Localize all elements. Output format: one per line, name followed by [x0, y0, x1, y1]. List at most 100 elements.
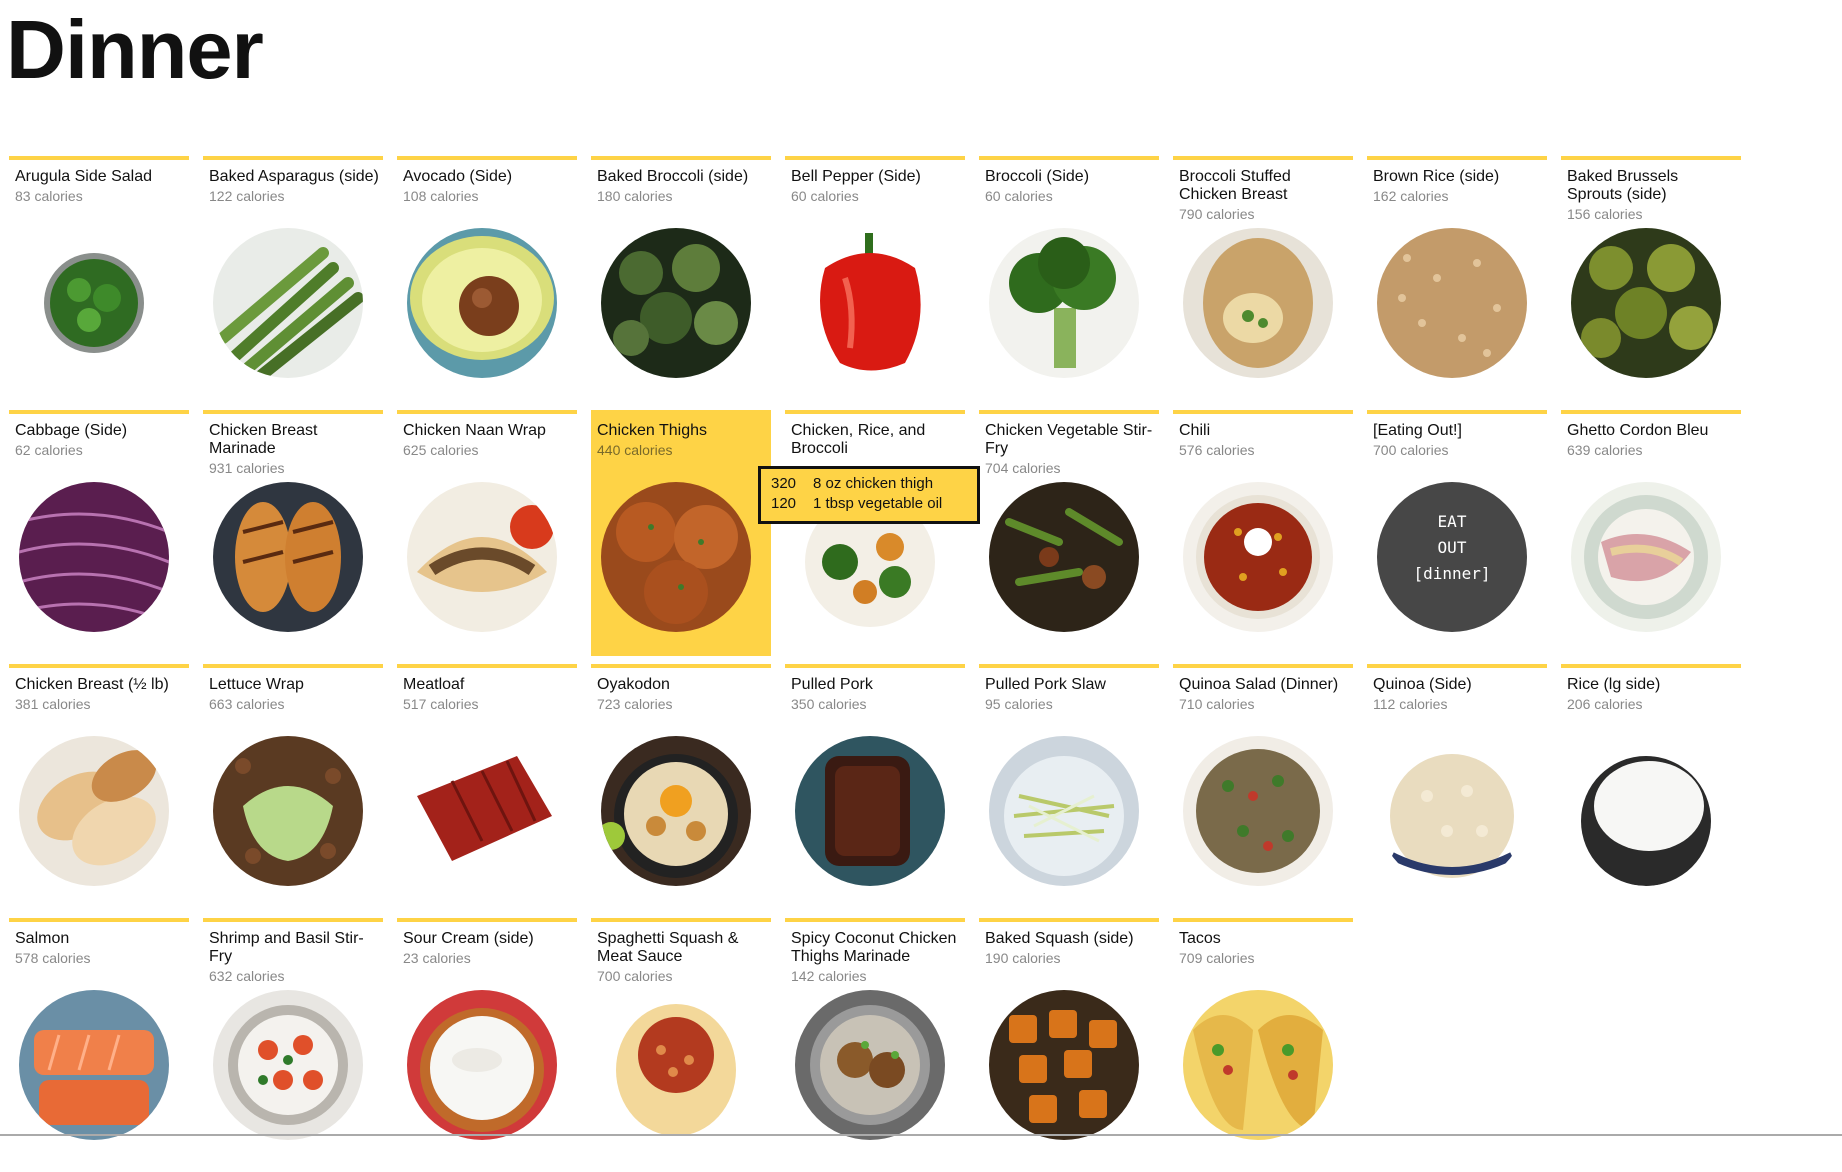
oyakodon-photo — [601, 736, 751, 886]
recipe-card[interactable]: Chicken Naan Wrap 625 calories — [397, 410, 577, 656]
recipe-name: Salmon — [15, 930, 70, 947]
tooltip-ingredient: 8 oz chicken thigh — [813, 475, 934, 492]
recipe-name: Broccoli (Side) — [985, 168, 1090, 185]
coconut-chicken-photo — [795, 990, 945, 1140]
recipe-name: Baked Asparagus (side) — [209, 168, 379, 185]
recipe-calories: 663 calories — [209, 696, 285, 712]
lettuce-wrap-photo — [213, 736, 363, 886]
recipe-card[interactable]: Bell Pepper (Side) 60 calories — [785, 156, 965, 402]
quinoa-salad-photo — [1183, 736, 1333, 886]
recipe-name: [Eating Out!] — [1373, 422, 1462, 439]
quinoa-photo — [1377, 736, 1527, 886]
recipe-card[interactable]: Meatloaf 517 calories — [397, 664, 577, 910]
recipe-calories: 440 calories — [597, 442, 673, 458]
recipe-name: Bell Pepper (Side) — [791, 168, 921, 185]
recipe-name: Chicken Thighs — [597, 422, 707, 439]
recipe-calories: 625 calories — [403, 442, 479, 458]
recipe-card[interactable]: Spicy Coconut Chicken Thighs Marinade 142… — [785, 918, 965, 1164]
recipe-card[interactable]: Shrimp and Basil Stir-Fry 632 calories — [203, 918, 383, 1164]
recipe-name: Spaghetti Squash & Meat Sauce — [597, 930, 739, 965]
recipe-card[interactable]: Chicken Thighs 440 calories — [591, 410, 771, 656]
recipe-card[interactable]: Pulled Pork Slaw 95 calories — [979, 664, 1159, 910]
recipe-card[interactable]: Baked Broccoli (side) 180 calories — [591, 156, 771, 402]
recipe-name: Ghetto Cordon Bleu — [1567, 422, 1709, 439]
recipe-card[interactable]: Quinoa Salad (Dinner) 710 calories — [1173, 664, 1353, 910]
chili-photo — [1183, 482, 1333, 632]
recipe-calories: 578 calories — [15, 950, 91, 966]
recipe-card[interactable]: Lettuce Wrap 663 calories — [203, 664, 383, 910]
spaghetti-squash-photo — [601, 990, 751, 1140]
recipe-name: Shrimp and Basil Stir-Fry — [209, 930, 364, 965]
recipe-name: Baked Squash (side) — [985, 930, 1134, 947]
recipe-card[interactable]: Chicken Breast (½ lb) 381 calories — [9, 664, 189, 910]
chicken-breast-photo — [19, 736, 169, 886]
recipe-card[interactable]: Broccoli Stuffed Chicken Breast 790 calor… — [1173, 156, 1353, 402]
recipe-name: Quinoa (Side) — [1373, 676, 1472, 693]
meatloaf-photo — [407, 736, 557, 886]
salmon-photo — [19, 990, 169, 1140]
recipe-card[interactable]: Spaghetti Squash & Meat Sauce 700 calorie… — [591, 918, 771, 1164]
recipe-calories: 381 calories — [15, 696, 91, 712]
tooltip-row: 120 1 tbsp vegetable oil — [771, 494, 967, 514]
recipe-card[interactable]: [Eating Out!] 700 calories EAT OUT [dinner] — [1367, 410, 1547, 656]
recipe-card[interactable]: Tacos 709 calories — [1173, 918, 1353, 1164]
recipe-name: Baked Broccoli (side) — [597, 168, 749, 185]
recipe-name: Lettuce Wrap — [209, 676, 304, 693]
recipe-card[interactable]: Ghetto Cordon Bleu 639 calories — [1561, 410, 1741, 656]
recipe-card[interactable]: Pulled Pork 350 calories — [785, 664, 965, 910]
brown-rice-photo — [1377, 228, 1527, 378]
avocado-photo — [407, 228, 557, 378]
recipe-card[interactable]: Avocado (Side) 108 calories — [397, 156, 577, 402]
recipe-card[interactable]: Arugula Side Salad 83 calories — [9, 156, 189, 402]
recipe-card[interactable]: Baked Asparagus (side) 122 calories — [203, 156, 383, 402]
tooltip-ingredient: 1 tbsp vegetable oil — [813, 495, 943, 512]
recipe-card[interactable]: Quinoa (Side) 112 calories — [1367, 664, 1547, 910]
recipe-card[interactable]: Salmon 578 calories — [9, 918, 189, 1164]
grilled-chicken-photo — [213, 482, 363, 632]
recipe-card[interactable]: Broccoli (Side) 60 calories — [979, 156, 1159, 402]
chicken-thighs-photo — [601, 482, 751, 632]
recipe-card[interactable]: Chicken Vegetable Stir-Fry 704 calories — [979, 410, 1159, 656]
recipe-card[interactable]: Chicken Breast Marinade 931 calories — [203, 410, 383, 656]
baked-squash-photo — [989, 990, 1139, 1140]
recipe-calories: 23 calories — [403, 950, 471, 966]
tooltip-calories: 320 — [771, 475, 797, 492]
recipe-card[interactable]: Cabbage (Side) 62 calories — [9, 410, 189, 656]
tacos-photo — [1183, 990, 1333, 1140]
recipe-card[interactable]: Baked Squash (side) 190 calories — [979, 918, 1159, 1164]
recipe-name: Oyakodon — [597, 676, 670, 693]
recipe-card[interactable]: Chili 576 calories — [1173, 410, 1353, 656]
recipe-name: Chicken Breast Marinade — [209, 422, 318, 457]
recipe-card[interactable]: Sour Cream (side) 23 calories — [397, 918, 577, 1164]
recipe-calories: 709 calories — [1179, 950, 1255, 966]
recipe-calories: 710 calories — [1179, 696, 1255, 712]
tooltip-row: 320 8 oz chicken thigh — [771, 474, 967, 494]
recipe-card[interactable]: Brown Rice (side) 162 calories — [1367, 156, 1547, 402]
recipe-calories: 112 calories — [1373, 696, 1448, 712]
recipe-calories: 95 calories — [985, 696, 1053, 712]
recipe-calories: 704 calories — [985, 460, 1061, 476]
recipe-card[interactable]: Baked Brussels Sprouts (side) 156 calorie… — [1561, 156, 1741, 402]
recipe-calories: 723 calories — [597, 696, 673, 712]
recipe-calories: 206 calories — [1567, 696, 1643, 712]
white-rice-photo — [1571, 736, 1721, 886]
page-title: Dinner — [6, 3, 264, 96]
recipe-calories: 639 calories — [1567, 442, 1643, 458]
recipe-calories: 156 calories — [1567, 206, 1643, 222]
recipe-calories: 60 calories — [791, 188, 859, 204]
recipe-calories: 162 calories — [1373, 188, 1449, 204]
recipe-name: Sour Cream (side) — [403, 930, 534, 947]
recipe-card[interactable]: Rice (lg side) 206 calories — [1561, 664, 1741, 910]
red-cabbage-photo — [19, 482, 169, 632]
eat-out-badge-line: [dinner] — [1413, 564, 1490, 583]
ingredient-tooltip: 320 8 oz chicken thigh 120 1 tbsp vegetabl… — [758, 466, 980, 524]
dinner-grid: Arugula Side Salad 83 calories Baked Aspar… — [9, 156, 1747, 1172]
recipe-name: Spicy Coconut Chicken Thighs Marinade — [791, 930, 957, 965]
recipe-card[interactable]: Chicken, Rice, and Broccoli — [785, 410, 965, 656]
recipe-name: Rice (lg side) — [1567, 676, 1661, 693]
recipe-name: Pulled Pork — [791, 676, 873, 693]
recipe-card[interactable]: Oyakodon 723 calories — [591, 664, 771, 910]
cordon-bleu-photo — [1571, 482, 1721, 632]
broccoli-photo — [989, 228, 1139, 378]
naan-wrap-photo — [407, 482, 557, 632]
